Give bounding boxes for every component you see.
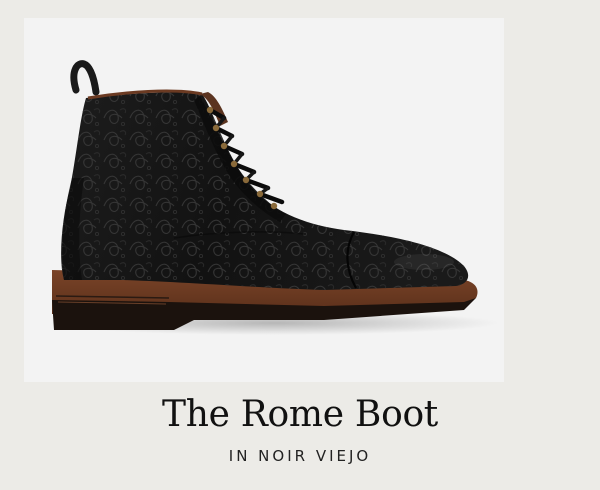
product-title: The Rome Boot [162,394,438,435]
product-colorway: IN NOIR VIEJO [228,447,372,465]
product-boot-image [49,60,499,335]
boot-pull-loop [70,60,100,96]
product-photo-panel [24,18,504,382]
